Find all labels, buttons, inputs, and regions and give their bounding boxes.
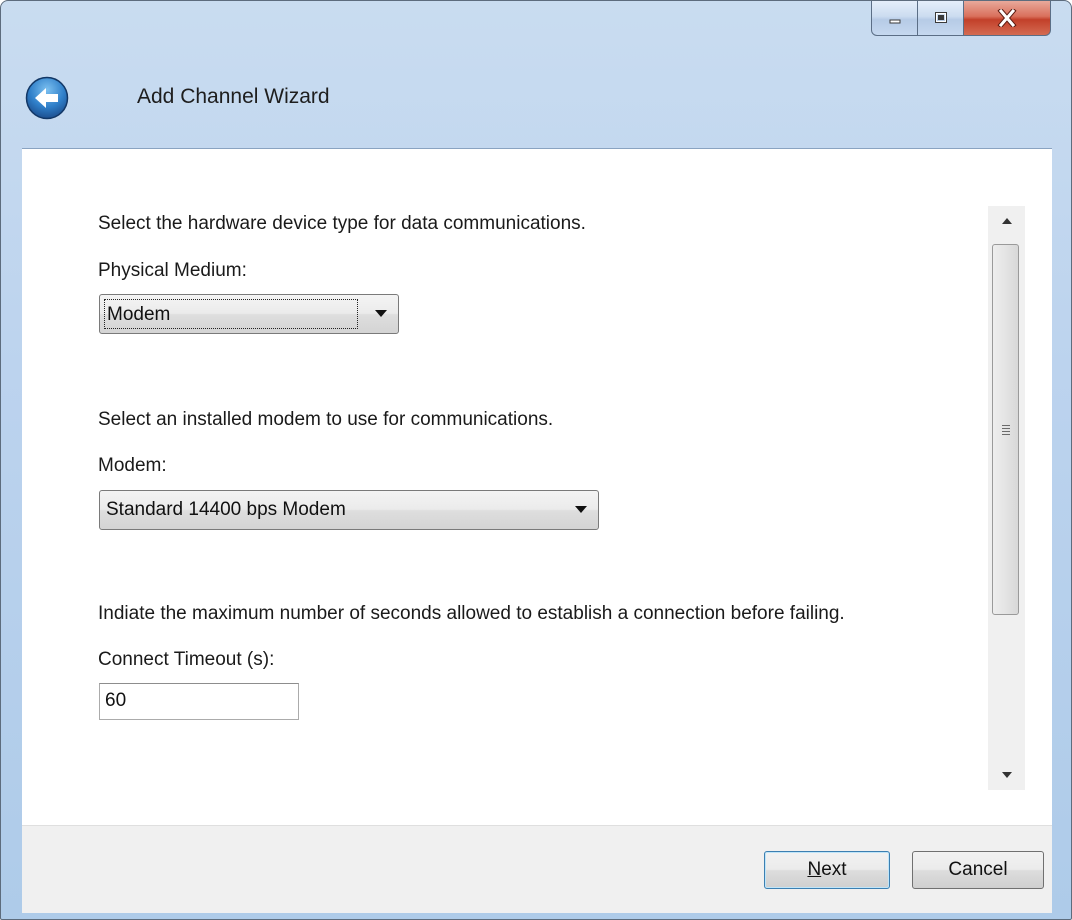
title-bar: Add Channel Wizard bbox=[1, 1, 1071, 148]
scroll-down-icon bbox=[1001, 772, 1012, 778]
connect-timeout-label: Connect Timeout (s): bbox=[98, 649, 275, 670]
wizard-content: Select the hardware device type for data… bbox=[22, 148, 1052, 826]
connect-timeout-input[interactable]: 60 bbox=[99, 683, 299, 720]
physical-medium-select[interactable]: Modem bbox=[99, 294, 399, 334]
modem-prompt: Select an installed modem to use for com… bbox=[98, 409, 554, 430]
minimize-button[interactable] bbox=[871, 1, 918, 36]
grip-line bbox=[1002, 425, 1010, 426]
wizard-footer: Next Cancel bbox=[22, 825, 1052, 913]
next-mnemonic: N bbox=[807, 859, 822, 880]
scroll-up-icon bbox=[1001, 218, 1012, 224]
modem-label: Modem: bbox=[98, 455, 167, 476]
close-icon bbox=[997, 9, 1017, 27]
close-button[interactable] bbox=[964, 1, 1051, 36]
next-button[interactable]: Next bbox=[764, 851, 890, 889]
grip-line bbox=[1002, 428, 1010, 429]
grip-line bbox=[1002, 431, 1010, 432]
back-button[interactable] bbox=[25, 76, 69, 120]
vertical-scrollbar[interactable] bbox=[988, 206, 1025, 790]
physical-medium-value: Modem bbox=[104, 299, 358, 329]
cancel-button[interactable]: Cancel bbox=[912, 851, 1044, 889]
device-type-prompt: Select the hardware device type for data… bbox=[98, 213, 586, 234]
physical-medium-label: Physical Medium: bbox=[98, 260, 247, 281]
timeout-prompt: Indiate the maximum number of seconds al… bbox=[98, 603, 845, 624]
maximize-button[interactable] bbox=[918, 1, 964, 36]
chevron-down-icon bbox=[375, 310, 387, 317]
modem-value: Standard 14400 bps Modem bbox=[106, 499, 346, 520]
back-arrow-icon bbox=[25, 76, 69, 120]
scroll-down-button[interactable] bbox=[988, 760, 1025, 790]
minimize-icon bbox=[889, 19, 900, 24]
scroll-up-button[interactable] bbox=[988, 206, 1025, 236]
wizard-window: Add Channel Wizard Select the hardware d… bbox=[0, 0, 1072, 920]
window-title: Add Channel Wizard bbox=[137, 85, 330, 108]
caption-buttons bbox=[871, 1, 1051, 37]
maximize-icon bbox=[934, 12, 947, 23]
chevron-down-icon bbox=[575, 506, 587, 513]
next-label: ext bbox=[821, 859, 847, 880]
grip-line bbox=[1002, 434, 1010, 435]
modem-select[interactable]: Standard 14400 bps Modem bbox=[99, 490, 599, 530]
scroll-thumb[interactable] bbox=[992, 244, 1019, 615]
